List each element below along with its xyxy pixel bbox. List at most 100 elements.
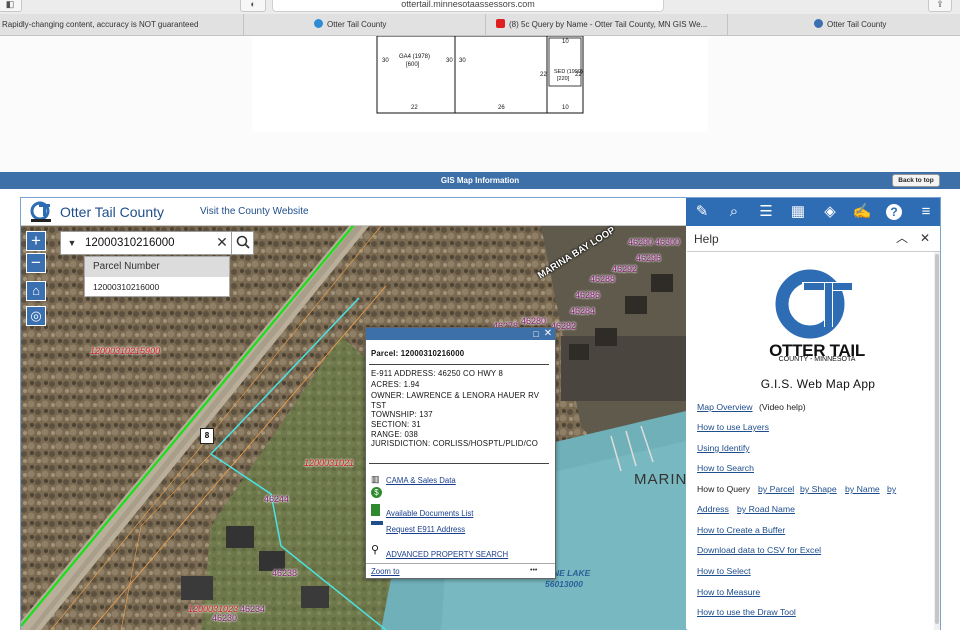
zoom-in-button[interactable]: +: [26, 231, 46, 251]
parcel-label: 12000310215900: [90, 346, 161, 356]
help-link-query-address[interactable]: by: [887, 484, 896, 494]
tab-2[interactable]: Otter Tail County: [244, 14, 486, 36]
help-link-query-road[interactable]: by Road Name: [737, 504, 795, 514]
tab-2-title: Otter Tail County: [327, 20, 387, 29]
help-link-draw[interactable]: How to use the Draw Tool: [697, 607, 796, 617]
address-label: 46230: [212, 613, 238, 623]
help-link-query-parcel[interactable]: by Parcel: [758, 484, 794, 494]
help-icon[interactable]: ?: [880, 198, 908, 226]
sketch-dim: 30: [382, 58, 389, 64]
search-input[interactable]: [85, 233, 215, 253]
request-e911-link[interactable]: Request E911 Address: [386, 525, 465, 534]
popup-township: TOWNSHIP: 137: [371, 410, 433, 419]
help-link-download[interactable]: Download data to CSV for Excel: [697, 545, 821, 555]
address-label: 46280: [521, 316, 547, 326]
help-link-identify[interactable]: Using Identify: [697, 443, 750, 453]
help-link-query-name[interactable]: by Name: [845, 484, 880, 494]
site-favicon-icon: [314, 19, 323, 28]
popup-jurisdiction: JURISDICTION: CORLISS/HOSPTL/PLID/CO: [371, 439, 539, 448]
layer-list-icon[interactable]: ☰: [752, 198, 780, 226]
more-actions-icon[interactable]: •••: [530, 567, 537, 574]
address-label: 46286: [575, 290, 601, 300]
search-button[interactable]: [231, 231, 254, 255]
measure-icon[interactable]: ✎: [688, 198, 716, 226]
address-label: 46296: [636, 253, 662, 263]
popup-e911: E-911 ADDRESS: 46250 CO HWY 8: [371, 369, 504, 378]
privacy-shield-icon[interactable]: ◐: [240, 0, 266, 12]
popup-footer-divider: [366, 563, 555, 564]
address-label: 46288: [590, 274, 616, 284]
popup-owner-line2: TST: [371, 401, 387, 410]
gis-info-title: GIS Map Information: [440, 176, 520, 185]
search-source-dropdown[interactable]: ▼: [61, 233, 83, 253]
help-link-buffer[interactable]: How to Create a Buffer: [697, 525, 785, 535]
identify-icon[interactable]: ⌕: [720, 198, 748, 226]
popup-divider: [369, 364, 549, 365]
chart-icon: ▥: [371, 474, 380, 484]
cama-sales-link[interactable]: CAMA & Sales Data: [386, 476, 456, 485]
help-link-query-shape[interactable]: by Shape: [800, 484, 837, 494]
sketch-dim: 26: [498, 105, 505, 111]
advanced-search-link[interactable]: ADVANCED PROPERTY SEARCH: [386, 550, 508, 559]
parcel-label: 1200031021: [304, 458, 355, 468]
address-label: 46244: [264, 494, 290, 504]
document-icon: [371, 504, 380, 516]
menu-icon[interactable]: ≡: [912, 198, 940, 226]
sketch-label-ga: GA4 (1978): [399, 54, 431, 60]
popup-parcel-title: Parcel: 12000310216000: [371, 349, 465, 358]
documents-list-link[interactable]: Available Documents List: [386, 509, 473, 518]
share-button[interactable]: ⇪: [928, 0, 952, 12]
tab-3[interactable]: (8) 5c Query by Name - Otter Tail County…: [486, 14, 728, 36]
zoom-to-link[interactable]: Zoom to: [371, 567, 400, 576]
sketch-label-sed-area: [220]: [557, 76, 570, 82]
dollar-icon: $: [371, 487, 382, 498]
url-text: ottertail.minnesotaassessors.com: [401, 0, 535, 9]
new-badge-icon: [371, 521, 383, 525]
address-label: 46290: [628, 237, 654, 247]
tab-1-title: Rapidly-changing content, accuracy is NO…: [2, 20, 199, 29]
clear-search-icon[interactable]: ✕: [213, 233, 231, 253]
address-bar[interactable]: ottertail.minnesotaassessors.com: [272, 0, 664, 12]
close-panel-icon[interactable]: ✕: [920, 230, 934, 246]
locate-button[interactable]: ◎: [26, 306, 46, 326]
address-label: 46292: [612, 264, 638, 274]
help-video-note: (Video help): [759, 402, 806, 412]
zoom-out-button[interactable]: −: [26, 253, 46, 273]
county-favicon-icon: [814, 19, 823, 28]
close-popup-icon[interactable]: ✕: [543, 329, 553, 339]
tab-1[interactable]: Rapidly-changing content, accuracy is NO…: [0, 14, 244, 36]
sketch-dim: 10: [562, 105, 569, 111]
sketch-dim: 22: [540, 72, 547, 78]
help-app-title: G.I.S. Web Map App: [760, 377, 876, 391]
sketch-drawing: [376, 35, 584, 114]
help-link-select[interactable]: How to Select: [697, 566, 751, 576]
gis-info-bar: GIS Map Information: [0, 172, 960, 189]
help-link-query-address-cont[interactable]: Address: [697, 504, 729, 514]
app-title: Otter Tail County: [60, 204, 165, 220]
popup-acres: ACRES: 1.94: [371, 380, 420, 389]
help-link-layers[interactable]: How to use Layers: [697, 422, 769, 432]
water-label: MARIN: [634, 471, 688, 488]
draw-icon[interactable]: ✍: [848, 198, 876, 226]
back-to-top-button[interactable]: Back to top: [892, 174, 940, 187]
collapse-icon[interactable]: ︿: [896, 230, 910, 246]
popup-range: RANGE: 038: [371, 430, 419, 439]
logo-subtitle: COUNTY - MINNESOTA: [778, 356, 856, 363]
address-label: 46238: [272, 568, 298, 578]
magnifier-icon: ⚲: [371, 544, 380, 556]
help-link-map-overview[interactable]: Map Overview: [697, 402, 753, 412]
sidebar-toggle-button[interactable]: ◧: [0, 0, 22, 12]
help-link-search[interactable]: How to Search: [697, 463, 754, 473]
help-link-measure[interactable]: How to Measure: [697, 587, 760, 597]
suggestion-header: Parcel Number: [85, 257, 229, 277]
basemap-icon[interactable]: ▦: [784, 198, 812, 226]
help-scrollbar-thumb[interactable]: [935, 254, 939, 624]
tab-4[interactable]: Otter Tail County: [728, 14, 960, 36]
suggestion-item[interactable]: 12000310216000: [85, 278, 229, 296]
visit-county-website-link[interactable]: Visit the County Website: [200, 206, 309, 217]
otter-tail-logo-icon: [774, 268, 854, 342]
maximize-icon[interactable]: □: [531, 329, 541, 339]
sketch-dim: 10: [562, 39, 569, 45]
home-button[interactable]: ⌂: [26, 281, 46, 301]
layers-icon[interactable]: ◈: [816, 198, 844, 226]
